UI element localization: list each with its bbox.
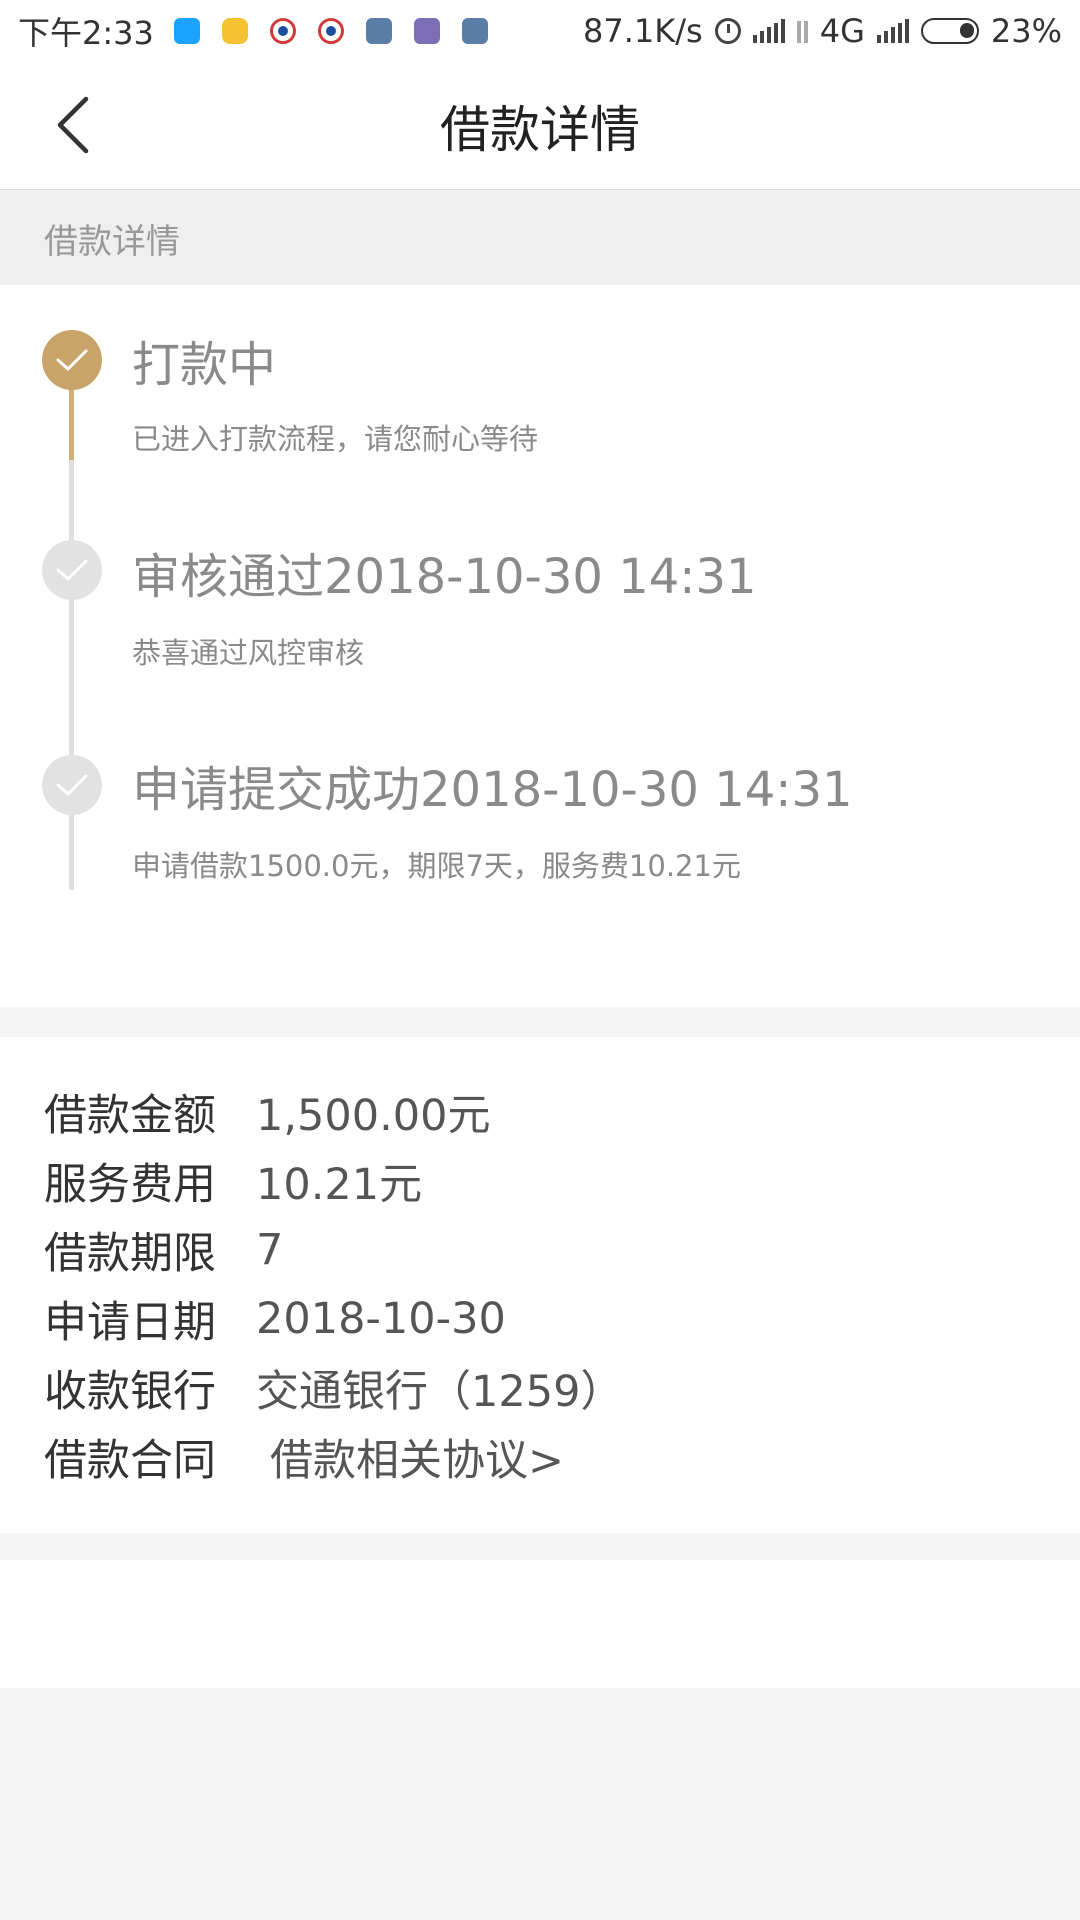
battery-icon	[920, 18, 979, 44]
timeline-line-active	[69, 385, 74, 460]
timeline-step-title: 审核通过2018-10-30 14:31	[132, 549, 757, 605]
data-arrows-icon	[796, 19, 808, 43]
signal-icon	[876, 19, 909, 43]
app-icon	[317, 18, 344, 44]
clock: 下午2:33	[18, 14, 154, 52]
detail-value: 7	[256, 1224, 284, 1275]
detail-value: 1,500.00元	[256, 1090, 491, 1141]
check-icon	[42, 330, 102, 390]
timeline-step-desc: 申请借款1500.0元，期限7天，服务费10.21元	[132, 849, 741, 883]
gallery-icon	[413, 18, 440, 44]
signal-icon	[752, 19, 785, 43]
detail-label: 服务费用	[44, 1159, 216, 1210]
battery-percent: 23%	[990, 12, 1062, 50]
detail-label: 收款银行	[44, 1366, 216, 1417]
status-bar: 下午2:33 87.1K/s 4G 23%	[0, 0, 1080, 62]
detail-row-term: 借款期限 7	[44, 1215, 1080, 1284]
app-icon	[269, 18, 296, 44]
qq-icon	[173, 18, 200, 44]
loan-status-timeline: 打款中 已进入打款流程，请您耐心等待 审核通过2018-10-30 14:31 …	[0, 285, 1080, 1007]
detail-row-contract: 借款合同 借款相关协议>	[44, 1422, 1080, 1491]
detail-row-date: 申请日期 2018-10-30	[44, 1284, 1080, 1353]
check-icon	[42, 755, 102, 815]
page-title: 借款详情	[440, 101, 640, 159]
loan-details: 借款金额 1,500.00元 服务费用 10.21元 借款期限 7 申请日期 2…	[0, 1037, 1080, 1533]
detail-label: 借款合同	[44, 1435, 216, 1486]
timeline-step-desc: 已进入打款流程，请您耐心等待	[132, 422, 539, 456]
net-speed: 87.1K/s	[583, 12, 703, 50]
nav-bar: 借款详情	[0, 62, 1080, 190]
status-bar-left: 下午2:33	[18, 8, 510, 54]
timeline-step-title: 打款中	[132, 337, 277, 393]
detail-value: 10.21元	[256, 1159, 423, 1210]
section-header: 借款详情	[0, 191, 1080, 285]
detail-row-amount: 借款金额 1,500.00元	[44, 1077, 1080, 1146]
detail-row-fee: 服务费用 10.21元	[44, 1146, 1080, 1215]
gallery-icon	[365, 18, 392, 44]
detail-label: 申请日期	[44, 1297, 216, 1348]
detail-label: 借款期限	[44, 1228, 216, 1279]
blank-panel	[0, 1560, 1080, 1688]
status-bar-right: 87.1K/s 4G 23%	[571, 12, 1062, 50]
detail-label: 借款金额	[44, 1090, 216, 1141]
detail-row-bank: 收款银行 交通银行（1259）	[44, 1353, 1080, 1422]
gallery-icon	[461, 18, 488, 44]
detail-value: 2018-10-30	[256, 1293, 506, 1344]
network-type: 4G	[819, 12, 865, 50]
alarm-icon	[714, 18, 741, 44]
detail-value: 交通银行（1259）	[256, 1366, 624, 1417]
loan-agreement-link[interactable]: 借款相关协议>	[270, 1426, 564, 1488]
timeline-step-title: 申请提交成功2018-10-30 14:31	[132, 762, 853, 818]
message-icon	[221, 18, 248, 44]
check-icon	[42, 540, 102, 600]
timeline-step-desc: 恭喜通过风控审核	[132, 636, 365, 670]
